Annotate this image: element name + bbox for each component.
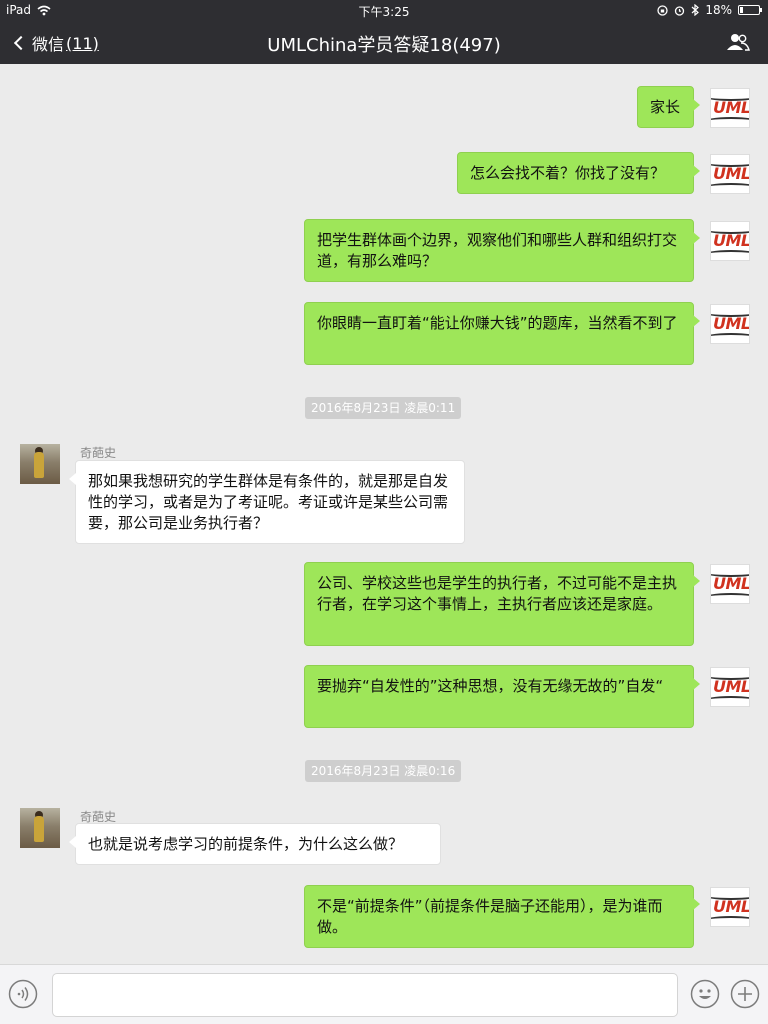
chat-title: UMLChina学员答疑18(497) xyxy=(267,35,501,56)
message-bubble-other[interactable]: 也就是说考虑学习的前提条件，为什么这么做？ xyxy=(69,823,441,865)
status-right: 18% xyxy=(657,3,762,17)
group-members-icon[interactable] xyxy=(726,32,750,52)
message-bubble-self[interactable]: 公司、学校这些也是学生的执行者，不过可能不是主执行者，在学习这个事情上，主执行者… xyxy=(304,562,700,646)
message-bubble-self[interactable]: 你眼睛一直盯着“能让你赚大钱”的题库，当然看不到了 xyxy=(304,302,700,365)
orientation-lock-icon xyxy=(657,4,668,16)
message-bubble-self[interactable]: 要抛弃“自发性的”这种思想，没有无缘无故的”自发“ xyxy=(304,665,700,728)
message-bubble-self[interactable]: 把学生群体画个边界，观察他们和哪些人群和组织打交道，有那么难吗？ xyxy=(304,219,700,282)
battery-fill xyxy=(740,7,744,13)
sender-name: 奇葩史 xyxy=(80,446,117,460)
message-bubble-self[interactable]: 怎么会找不着？你找了没有？ xyxy=(457,152,700,194)
timestamp: 2016年8月23日 凌晨0:16 xyxy=(305,760,462,782)
sender-avatar[interactable] xyxy=(20,808,60,848)
status-time: 下午3:25 xyxy=(358,5,410,19)
self-avatar[interactable]: UML xyxy=(710,667,750,707)
message-input[interactable] xyxy=(52,973,678,1017)
voice-icon[interactable] xyxy=(8,979,38,1009)
message-bubble-self[interactable]: 家长 xyxy=(637,86,700,128)
alarm-icon xyxy=(675,5,685,16)
nav-bar: 微信 (11) UMLChina学员答疑18(497) xyxy=(0,20,768,64)
self-avatar[interactable]: UML xyxy=(710,154,750,194)
message-bubble-self[interactable]: 不是“前提条件”（前提条件是脑子还能用），是为谁而做。 xyxy=(304,885,700,948)
self-avatar[interactable]: UML xyxy=(710,887,750,927)
status-bar: iPad 下午3:25 18% xyxy=(0,0,768,20)
chat-area[interactable]: UML 家长 UML 怎么会找不着？你找了没有？ UML 把学生群体画个边界，观… xyxy=(0,64,768,964)
self-avatar[interactable]: UML xyxy=(710,564,750,604)
sender-avatar[interactable] xyxy=(20,444,60,484)
plus-icon[interactable] xyxy=(730,979,760,1009)
input-bar xyxy=(0,964,768,1024)
emoji-icon[interactable] xyxy=(690,979,720,1009)
message-bubble-other[interactable]: 那如果我想研究的学生群体是有条件的，就是那是自发性的学习，或者是为了考证呢。考证… xyxy=(69,460,465,544)
self-avatar[interactable]: UML xyxy=(710,304,750,344)
battery-percent: 18% xyxy=(705,3,732,17)
self-avatar[interactable]: UML xyxy=(710,221,750,261)
timestamp: 2016年8月23日 凌晨0:11 xyxy=(305,397,462,419)
battery-icon xyxy=(738,5,762,15)
bluetooth-icon xyxy=(691,4,700,16)
self-avatar[interactable]: UML xyxy=(710,88,750,128)
